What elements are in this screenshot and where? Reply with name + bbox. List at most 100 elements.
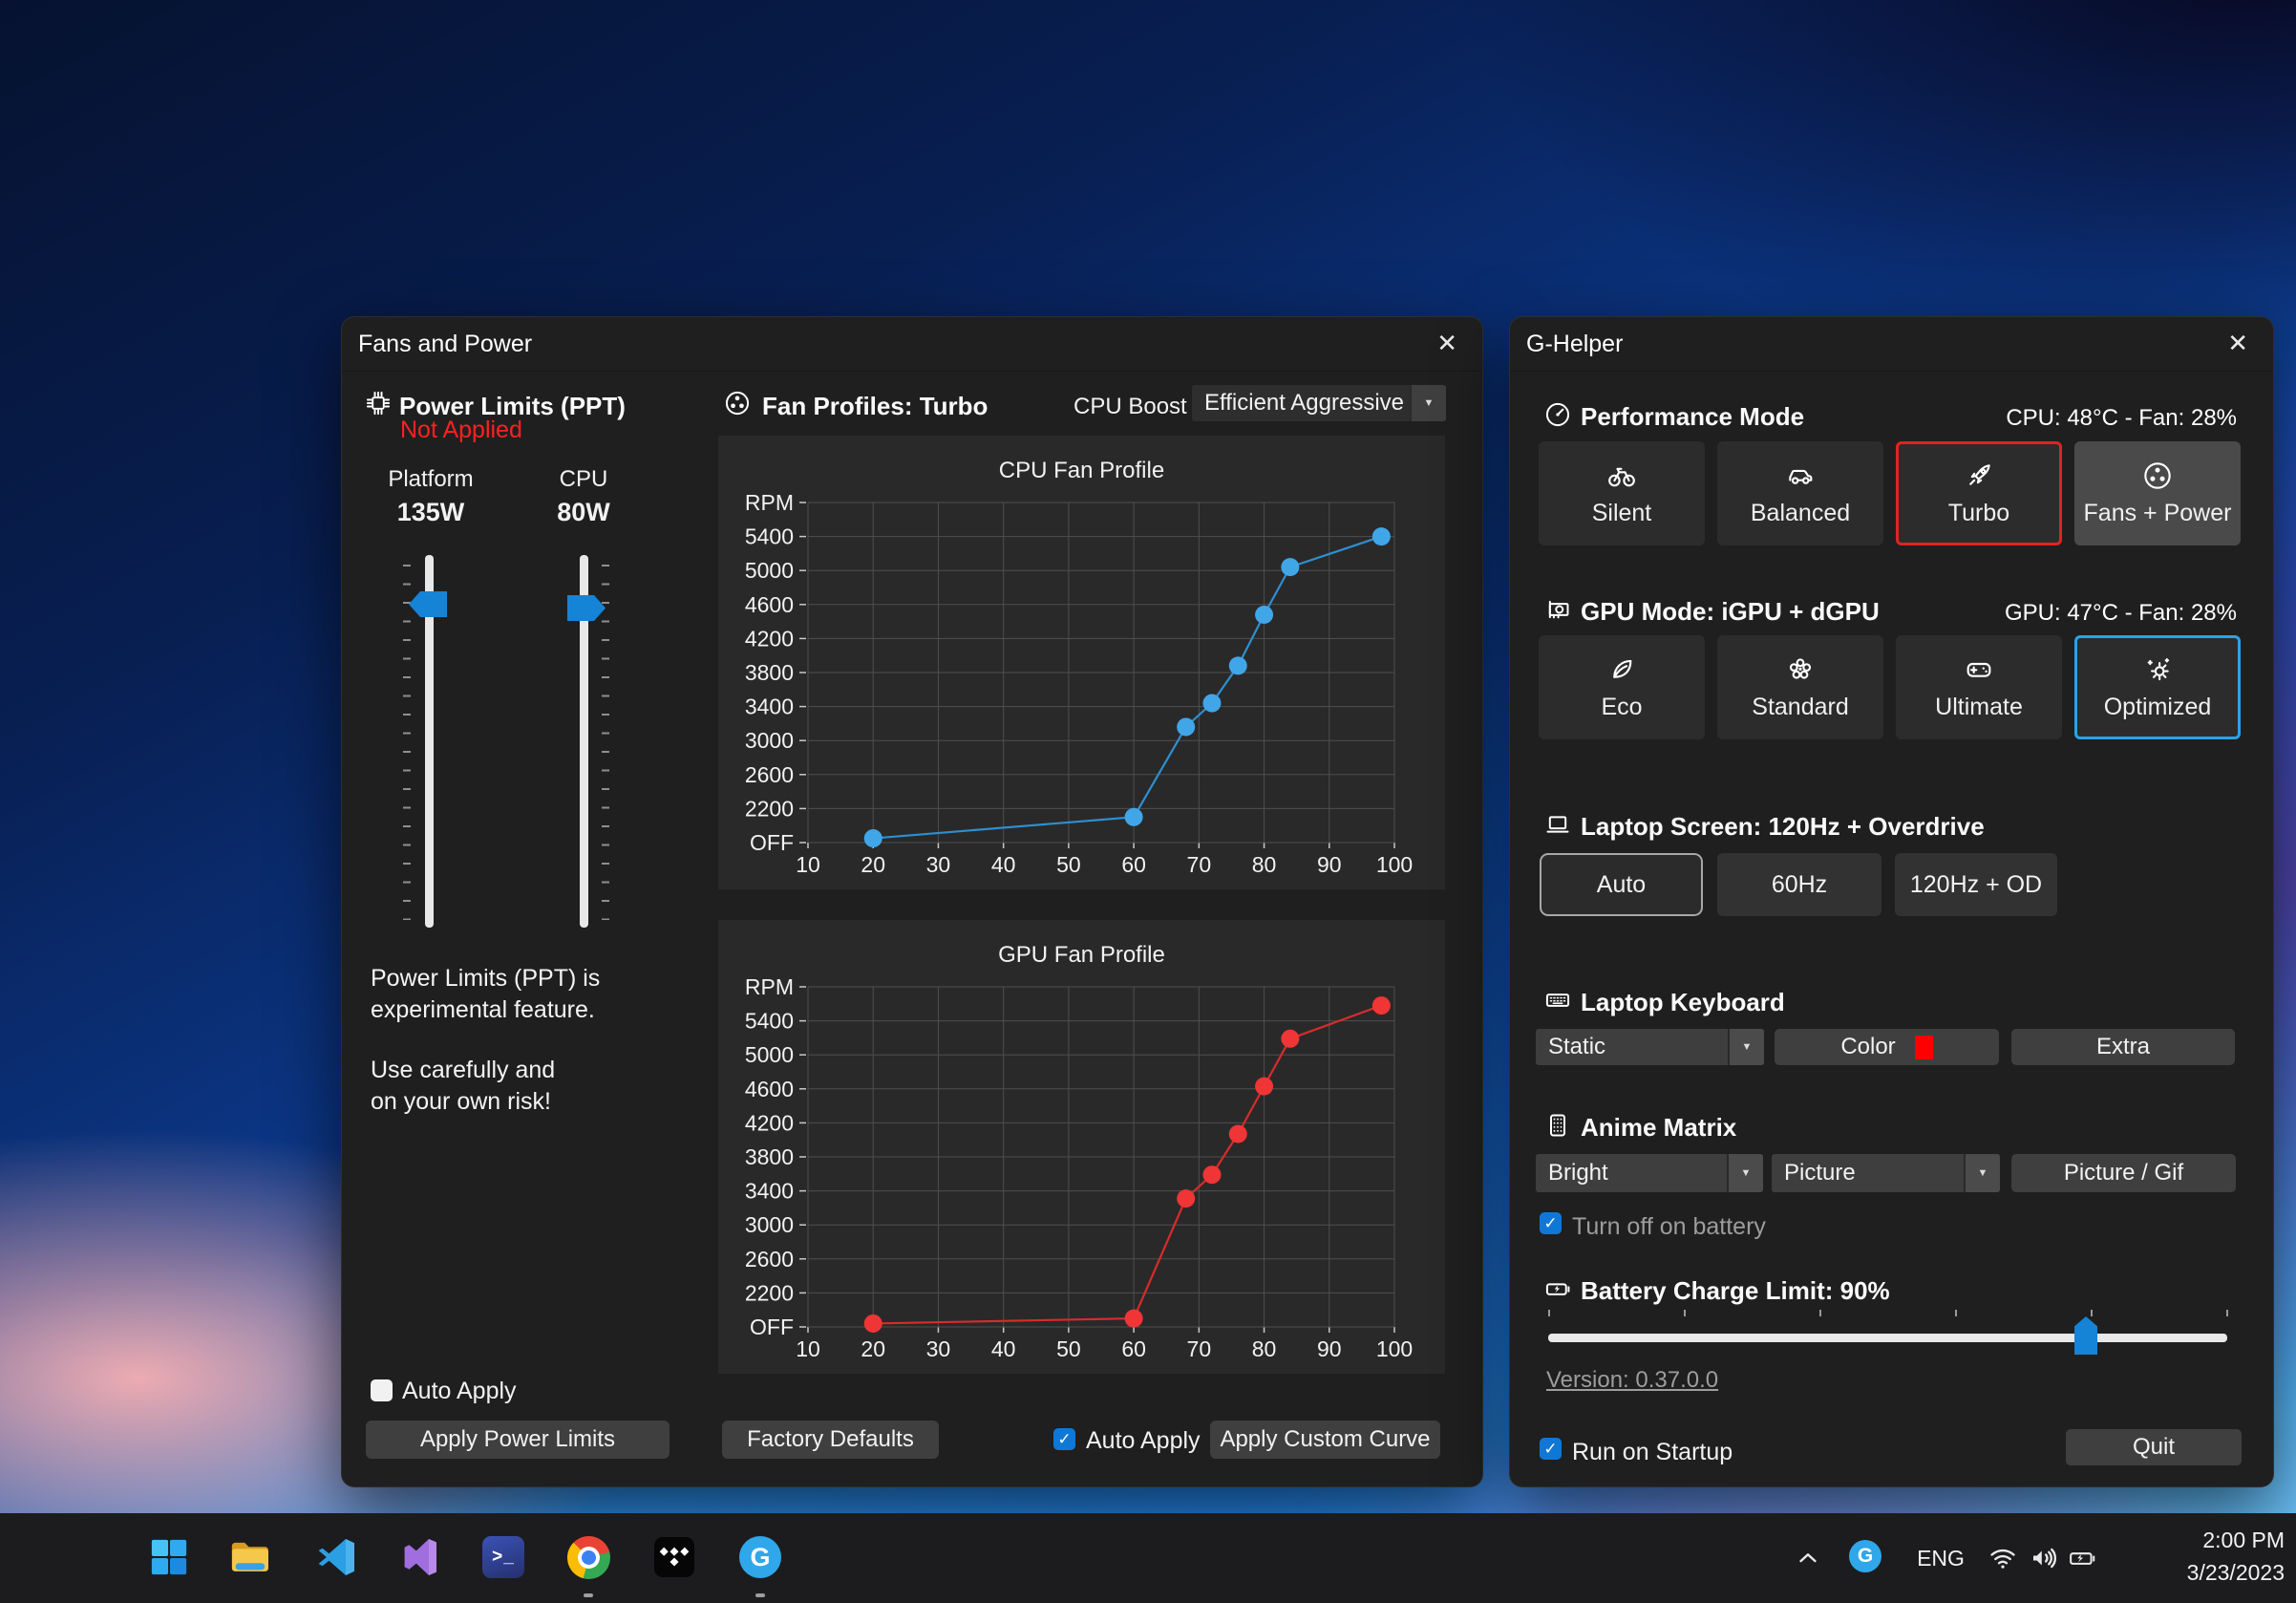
mode-balanced-button[interactable]: Balanced [1717, 441, 1883, 545]
svg-text:60: 60 [1121, 1336, 1146, 1361]
mode-turbo-button[interactable]: Turbo [1896, 441, 2062, 545]
cpu-temp-fan-status: CPU: 48°C - Fan: 28% [2006, 405, 2237, 432]
keyboard-color-button[interactable]: Color [1775, 1029, 1999, 1065]
screen-auto-button[interactable]: Auto [1540, 853, 1703, 916]
svg-text:30: 30 [926, 852, 951, 877]
apply-power-limits-button[interactable]: Apply Power Limits [366, 1421, 670, 1459]
terminal-icon: >_ [482, 1536, 524, 1578]
fan-icon [724, 390, 751, 417]
keyboard-mode-dropdown[interactable]: Static ▼ [1536, 1029, 1764, 1065]
mode-fans-power-button[interactable]: Fans + Power [2074, 441, 2241, 545]
cpu-chip-icon [365, 390, 392, 417]
svg-text:2200: 2200 [745, 796, 794, 821]
platform-slider-thumb[interactable] [409, 591, 447, 617]
fans-titlebar[interactable]: Fans and Power ✕ [342, 317, 1482, 372]
gpu-optimized-button[interactable]: Optimized [2074, 635, 2241, 739]
svg-text:OFF: OFF [750, 830, 794, 855]
laptop-screen-header: Laptop Screen: 120Hz + Overdrive [1581, 812, 1985, 842]
chevron-down-icon[interactable]: ▼ [1410, 385, 1446, 421]
svg-text:3400: 3400 [745, 1179, 794, 1204]
chevron-down-icon[interactable]: ▼ [1728, 1029, 1764, 1065]
svg-text:5000: 5000 [745, 558, 794, 583]
keyboard-icon [1544, 987, 1571, 1014]
file-explorer-button[interactable] [227, 1534, 273, 1580]
gpu-eco-button[interactable]: Eco [1539, 635, 1705, 739]
platform-slider-label: Platform [380, 466, 481, 493]
vscode-button[interactable] [313, 1534, 359, 1580]
laptop-keyboard-header: Laptop Keyboard [1581, 988, 1785, 1017]
mode-silent-button[interactable]: Silent [1539, 441, 1705, 545]
svg-text:4600: 4600 [745, 1077, 794, 1101]
svg-text:5400: 5400 [745, 524, 794, 549]
svg-text:3400: 3400 [745, 695, 794, 719]
ghelper-taskbar-button[interactable]: G [737, 1534, 783, 1580]
svg-text:2200: 2200 [745, 1280, 794, 1305]
anime-brightness-dropdown[interactable]: Bright ▼ [1536, 1154, 1763, 1192]
svg-text:4200: 4200 [745, 1110, 794, 1135]
laptop-icon [1544, 811, 1571, 838]
keyboard-mode-value: Static [1536, 1029, 1728, 1065]
gpu-fan-chart[interactable]: GPU Fan Profile102030405060708090100RPM5… [718, 920, 1445, 1374]
tidal-button[interactable] [651, 1534, 697, 1580]
anime-mode-dropdown[interactable]: Picture ▼ [1772, 1154, 2000, 1192]
version-link[interactable]: Version: 0.37.0.0 [1546, 1367, 1718, 1394]
turn-off-on-battery-checkbox[interactable]: ✓ [1540, 1212, 1562, 1234]
battery-slider-thumb[interactable] [2074, 1316, 2097, 1355]
close-icon[interactable]: ✕ [1436, 329, 1457, 358]
svg-text:2600: 2600 [745, 1247, 794, 1272]
cpu-slider-ticks [602, 565, 609, 920]
close-icon[interactable]: ✕ [2227, 329, 2248, 358]
gauge-icon [1544, 401, 1571, 428]
auto-apply-curve-checkbox[interactable]: ✓ [1053, 1428, 1075, 1450]
auto-apply-power-label: Auto Apply [402, 1378, 517, 1405]
car-icon [1785, 460, 1816, 491]
gear-sparkle-icon [2142, 654, 2173, 685]
bicycle-icon [1606, 460, 1637, 491]
auto-apply-power-checkbox[interactable] [371, 1379, 393, 1401]
svg-text:5400: 5400 [745, 1009, 794, 1034]
svg-text:RPM: RPM [745, 490, 794, 515]
anime-matrix-header: Anime Matrix [1581, 1113, 1736, 1143]
terminal-button[interactable]: >_ [480, 1534, 526, 1580]
cpu-boost-dropdown[interactable]: Efficient Aggressive ▼ [1192, 385, 1446, 421]
tray-language[interactable]: ENG [1912, 1546, 1969, 1571]
fans-window-title: Fans and Power [358, 317, 532, 371]
performance-mode-header: Performance Mode [1581, 402, 1804, 432]
cpu-slider-thumb[interactable] [567, 595, 606, 621]
quit-button[interactable]: Quit [2066, 1429, 2242, 1465]
tray-clock[interactable]: 2:00 PM 3/23/2023 [2187, 1524, 2285, 1589]
volume-icon[interactable] [2029, 1544, 2057, 1572]
keyboard-extra-button[interactable]: Extra [2011, 1029, 2235, 1065]
cpu-fan-chart-panel: CPU Fan Profile102030405060708090100RPM5… [718, 436, 1445, 889]
screen-60hz-button[interactable]: 60Hz [1717, 853, 1881, 916]
cpu-fan-chart[interactable]: CPU Fan Profile102030405060708090100RPM5… [718, 436, 1445, 889]
ghelper-titlebar[interactable]: G-Helper ✕ [1510, 317, 2273, 372]
tray-chevron-up-icon[interactable] [1794, 1544, 1822, 1572]
wifi-icon[interactable] [1988, 1544, 2017, 1572]
apply-custom-curve-button[interactable]: Apply Custom Curve [1210, 1421, 1440, 1459]
tray-ghelper-icon[interactable]: G [1849, 1540, 1881, 1572]
ghelper-running-indicator [755, 1593, 765, 1597]
auto-apply-curve-label: Auto Apply [1086, 1427, 1201, 1455]
anime-picture-gif-button[interactable]: Picture / Gif [2011, 1154, 2236, 1192]
gpu-ultimate-button[interactable]: Ultimate [1896, 635, 2062, 739]
chrome-button[interactable] [565, 1534, 611, 1580]
battery-charging-icon[interactable] [2069, 1544, 2103, 1572]
svg-text:RPM: RPM [745, 974, 794, 999]
svg-text:100: 100 [1376, 852, 1413, 877]
battery-slider-track[interactable] [1548, 1334, 2227, 1342]
fans-and-power-window: Fans and Power ✕ Power Limits (PPT) Not … [341, 316, 1483, 1487]
factory-defaults-button[interactable]: Factory Defaults [722, 1421, 939, 1459]
chevron-down-icon[interactable]: ▼ [1964, 1154, 2000, 1192]
start-button[interactable] [146, 1534, 192, 1580]
svg-text:100: 100 [1376, 1336, 1413, 1361]
svg-text:10: 10 [796, 1336, 820, 1361]
gpu-standard-button[interactable]: Standard [1717, 635, 1883, 739]
anime-matrix-icon [1544, 1112, 1571, 1139]
run-on-startup-checkbox[interactable]: ✓ [1540, 1438, 1562, 1460]
gpu-temp-fan-status: GPU: 47°C - Fan: 28% [2005, 600, 2237, 627]
visual-studio-button[interactable] [398, 1534, 444, 1580]
screen-120hz-od-button[interactable]: 120Hz + OD [1895, 853, 2057, 916]
tray-time: 2:00 PM [2187, 1524, 2285, 1556]
chevron-down-icon[interactable]: ▼ [1727, 1154, 1763, 1192]
